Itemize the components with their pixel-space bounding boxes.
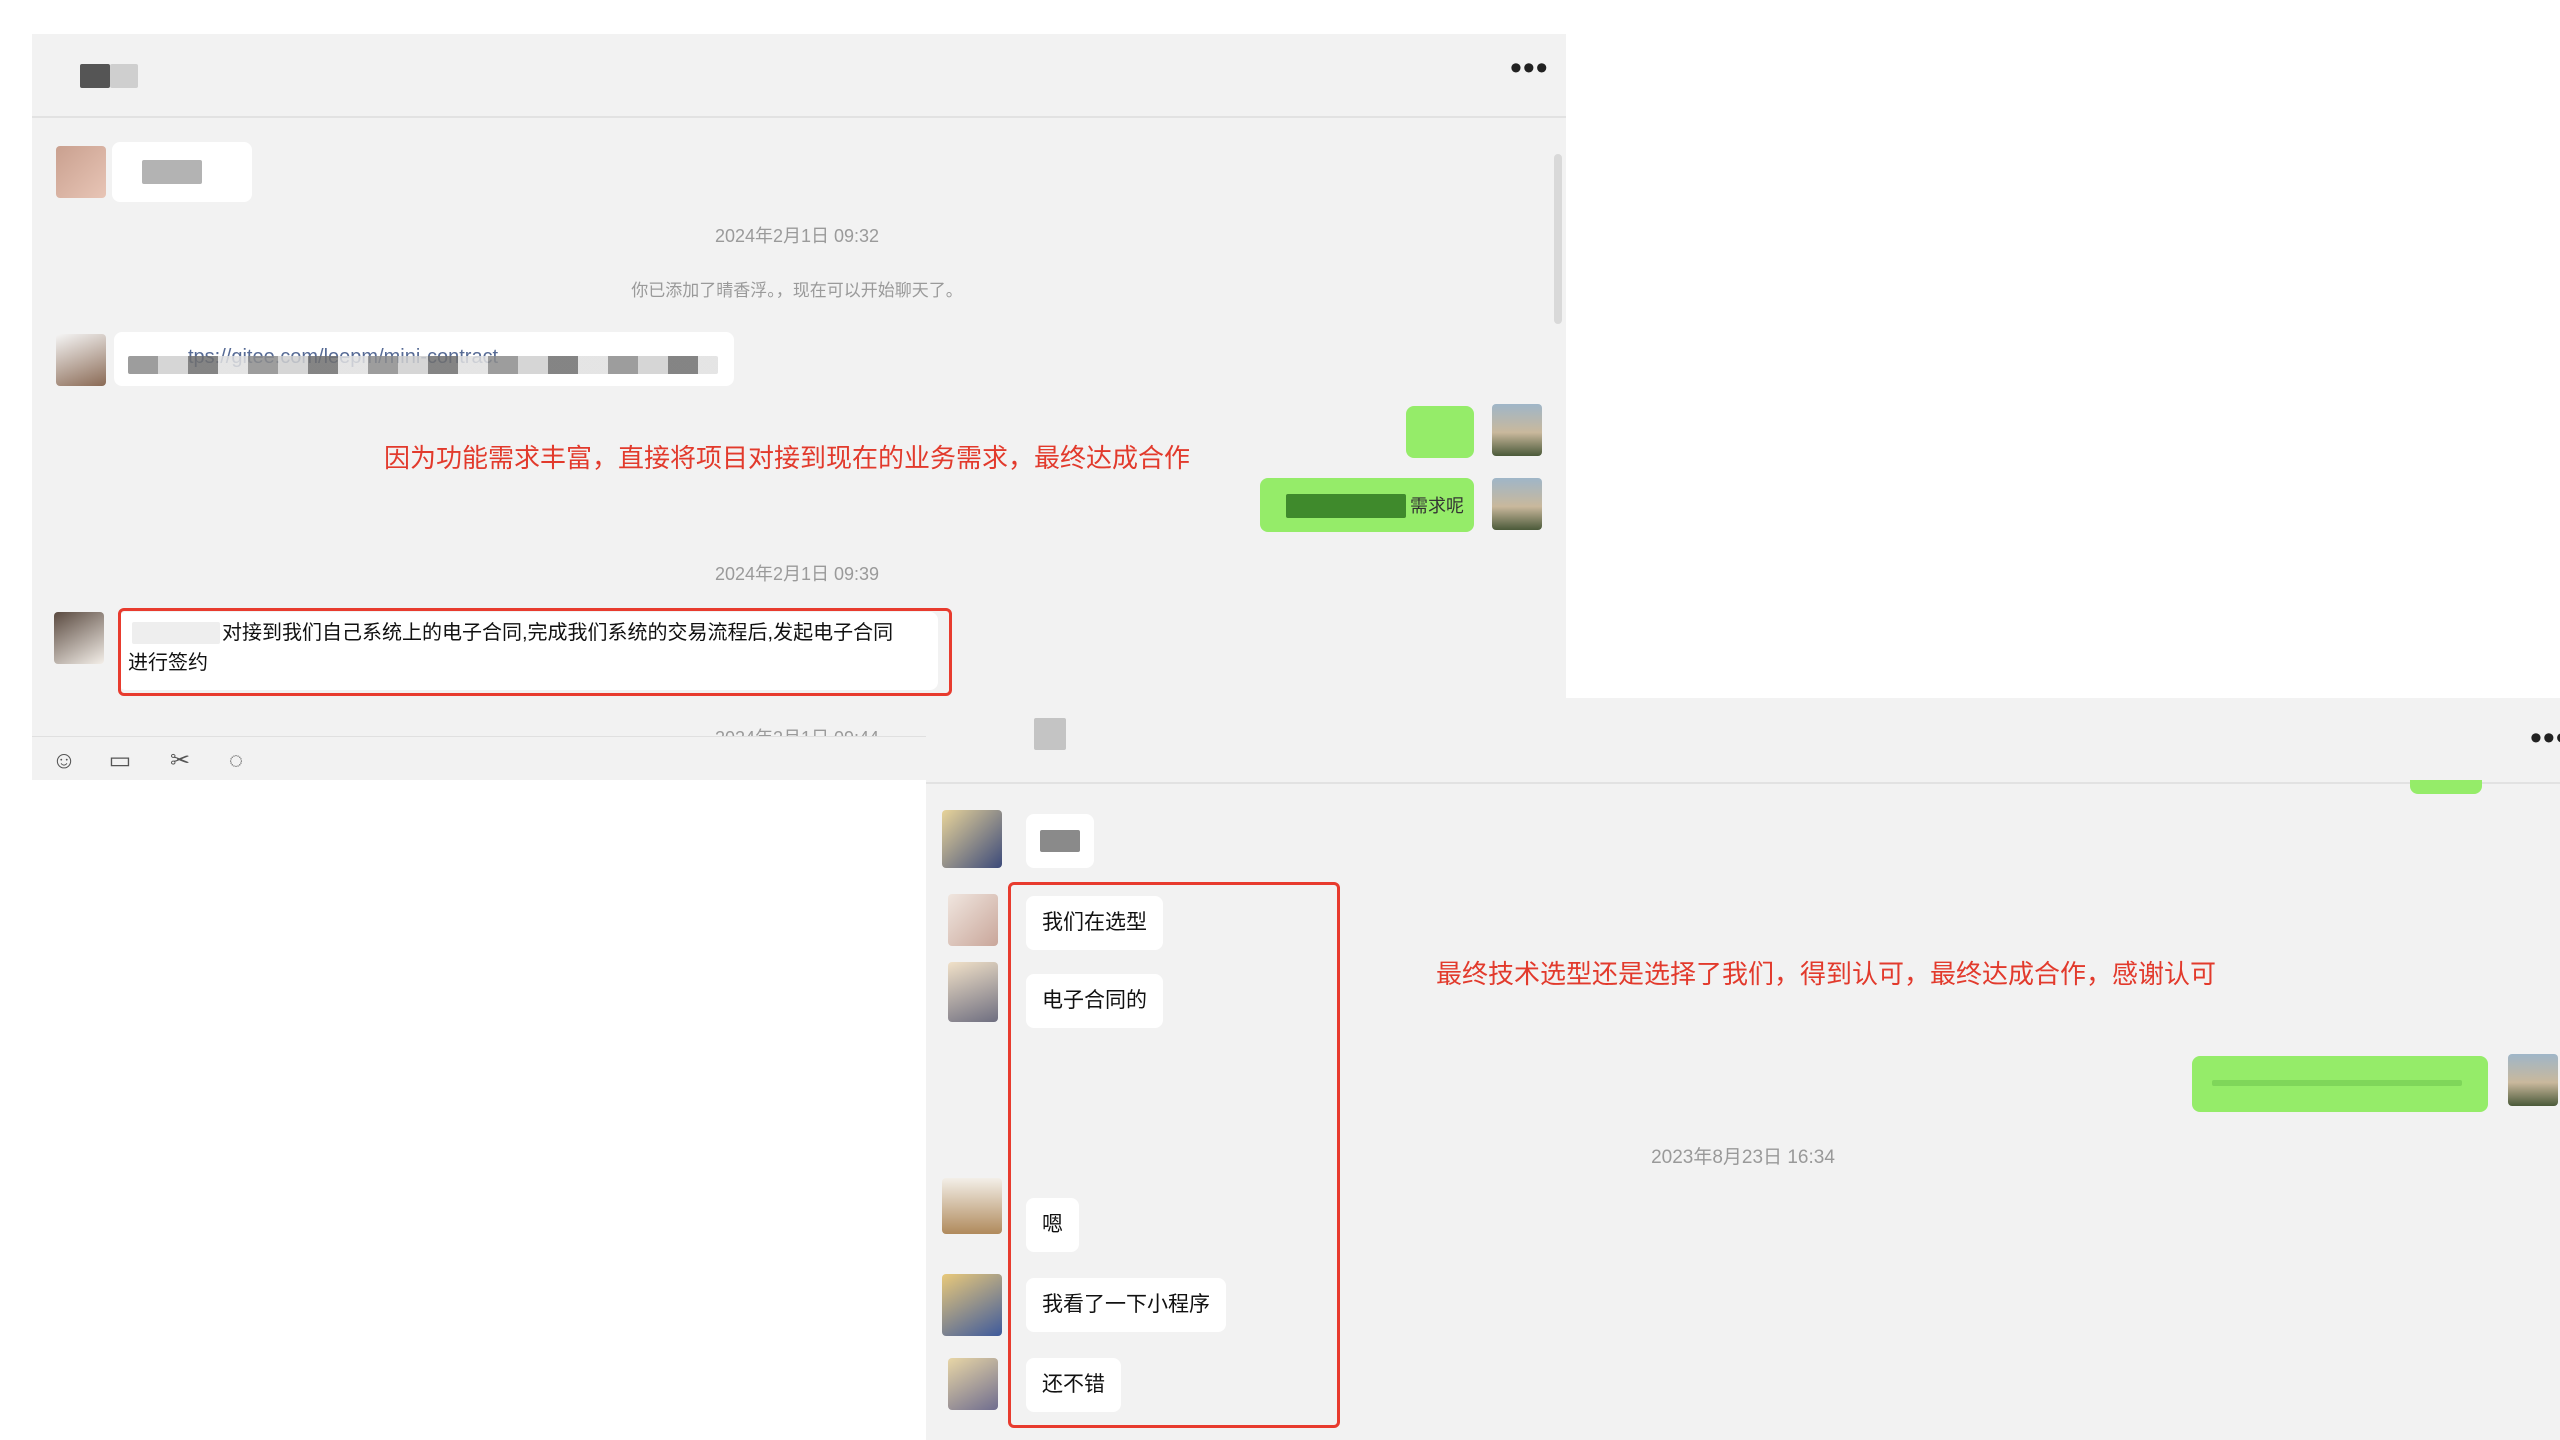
system-notice: 你已添加了晴香浮。，现在可以开始聊天了。 <box>631 281 963 300</box>
chat-title-blurred <box>1034 718 1066 750</box>
annotation-text: 最终技术选型还是选择了我们，得到认可，最终达成合作，感谢认可 <box>1436 959 2217 989</box>
chat-header: ••• <box>926 698 2560 784</box>
avatar <box>54 612 104 664</box>
chat-header: ••• <box>32 34 1566 118</box>
sent-long-text: 需求呢 <box>1410 496 1464 516</box>
sent-message-bubble <box>1406 406 1474 458</box>
blurred-text <box>128 356 718 374</box>
link-message-bubble[interactable]: tps://gitee.com/leepm/mini-contract <box>114 332 734 386</box>
blurred-text <box>142 160 202 184</box>
chat-title-blurred <box>110 64 138 88</box>
chat-icon[interactable]: ◌ <box>222 747 250 775</box>
chat-window-1: ••• 2024年2月1日 09:32 你已添加了晴香浮。，现在可以开始聊天了。… <box>32 34 1566 780</box>
avatar <box>942 1274 1002 1336</box>
avatar-self <box>2508 1054 2558 1106</box>
blurred-text <box>2212 1080 2462 1086</box>
avatar <box>948 962 998 1022</box>
message-bubble <box>112 142 252 202</box>
avatar <box>56 334 106 386</box>
highlight-box <box>118 608 952 696</box>
avatar <box>942 1178 1002 1234</box>
smile-icon[interactable]: ☺ <box>50 747 78 775</box>
message-bubble <box>1026 814 1094 868</box>
more-options-icon[interactable]: ••• <box>2530 721 2560 755</box>
avatar <box>948 1358 998 1410</box>
folder-icon[interactable]: ▭ <box>106 747 134 775</box>
blurred-text <box>1040 830 1080 852</box>
timestamp: 2024年2月1日 09:32 <box>714 226 880 246</box>
chat-title-blurred <box>80 64 110 88</box>
avatar-self <box>1492 404 1542 456</box>
timestamp: 2023年8月23日 16:34 <box>1651 1147 1835 1168</box>
annotation-text: 因为功能需求丰富，直接将项目对接到现在的业务需求，最终达成合作 <box>384 443 1191 473</box>
chat-window-2: ••• 我们在选型 电子合同的 嗯 我看了一下小程序 还不错 最终技术选型还是选… <box>926 698 2560 1440</box>
sent-message-bubble <box>2192 1056 2488 1112</box>
avatar <box>942 810 1002 868</box>
scissors-icon[interactable]: ✂ <box>166 747 194 775</box>
sent-message-bubble: 需求呢 <box>1260 478 1474 532</box>
sent-message-bubble <box>2410 780 2482 794</box>
timestamp: 2024年2月1日 09:39 <box>714 564 880 584</box>
avatar <box>56 146 106 198</box>
more-options-icon[interactable]: ••• <box>1510 51 1549 85</box>
avatar <box>948 894 998 946</box>
blurred-text <box>1286 494 1406 518</box>
avatar-self <box>1492 478 1542 530</box>
